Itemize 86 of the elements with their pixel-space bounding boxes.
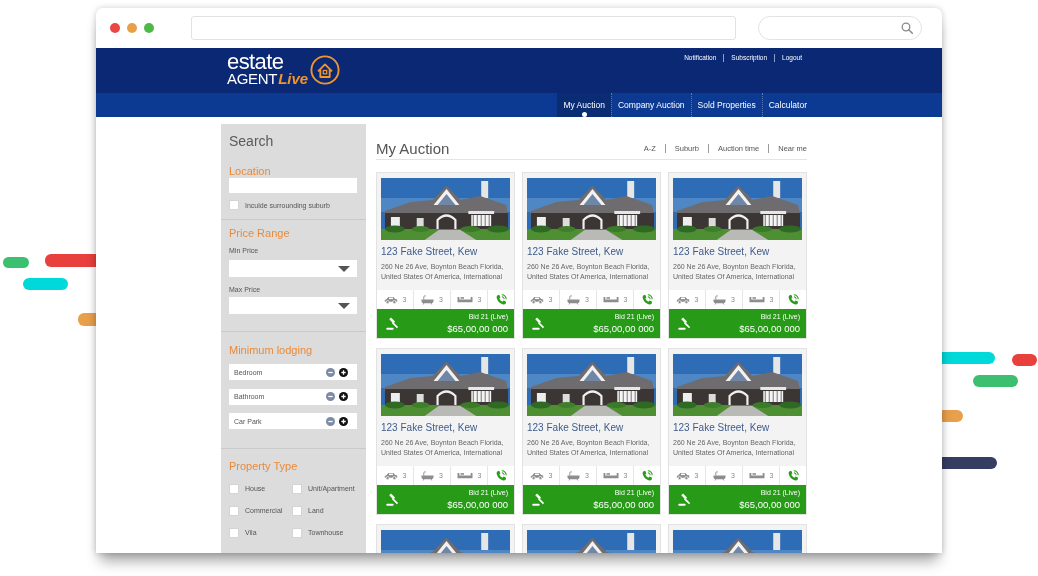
phone-icon[interactable] [641, 293, 653, 306]
bid-price: $65,00,00 000 [739, 322, 800, 335]
caret-icon [338, 302, 350, 309]
sofa-icon [602, 472, 619, 479]
listing-title[interactable]: 123 Fake Street, Kew [527, 421, 656, 434]
bid-price: $65,00,00 000 [593, 322, 654, 335]
nav-tab[interactable]: Company Auction [610, 93, 691, 117]
decorative-pill [3, 257, 29, 268]
section-heading: Minimum lodging [229, 344, 314, 356]
search-icon [901, 22, 913, 34]
decrease-button[interactable] [326, 392, 335, 401]
bid-price: $65,00,00 000 [739, 498, 800, 511]
indicator-dot-icon [581, 112, 587, 117]
listing-title[interactable]: 123 Fake Street, Kew [381, 421, 510, 434]
panel-title: Search [228, 132, 275, 149]
sofa-icon [456, 472, 473, 479]
logo-text: Live [278, 71, 309, 87]
bathtub-icon [567, 294, 581, 305]
plus-icon [339, 392, 348, 401]
phone-icon[interactable] [641, 469, 653, 482]
maximize-button[interactable] [144, 23, 154, 33]
sofa-icon [602, 296, 619, 303]
nav-tab[interactable]: Calculator [761, 93, 813, 117]
bathtub-icon [421, 294, 435, 305]
increase-button[interactable] [339, 367, 348, 377]
checkbox[interactable] [292, 483, 302, 494]
listing-title[interactable]: 123 Fake Street, Kew [673, 421, 802, 434]
phone-icon[interactable] [787, 469, 799, 482]
bathtub-icon [567, 470, 581, 481]
increase-button[interactable] [339, 416, 348, 426]
logo-text: estate [227, 52, 284, 71]
checkbox[interactable] [229, 527, 239, 538]
bathtub-icon [421, 470, 435, 481]
minus-icon [326, 416, 335, 426]
listing-title[interactable]: 123 Fake Street, Kew [673, 245, 802, 258]
logo-text: AGENT [227, 71, 278, 87]
minimize-button[interactable] [127, 23, 137, 33]
car-icon [383, 471, 398, 480]
nav-tab[interactable]: My Auction [557, 93, 611, 117]
car-icon [529, 471, 544, 480]
gavel-icon [532, 493, 545, 506]
sofa-icon [748, 472, 765, 479]
phone-icon[interactable] [495, 469, 507, 482]
plus-icon [339, 416, 348, 426]
nav-tab[interactable]: Sold Properties [690, 93, 762, 117]
bid-price: $65,00,00 000 [447, 498, 508, 511]
section-heading: Price Range [229, 227, 291, 239]
checkbox[interactable] [292, 505, 302, 516]
car-icon [529, 295, 544, 304]
sofa-icon [456, 296, 473, 303]
gavel-icon [532, 317, 545, 330]
gavel-icon [386, 317, 399, 330]
page-title: My Auction [376, 139, 450, 158]
phone-icon[interactable] [495, 293, 507, 306]
plus-icon [339, 367, 348, 377]
decorative-pill [973, 375, 1018, 387]
checkbox[interactable] [292, 527, 302, 538]
decorative-pill [23, 278, 68, 290]
bid-price: $65,00,00 000 [447, 322, 508, 335]
listing-title[interactable]: 123 Fake Street, Kew [527, 245, 656, 258]
listing-title[interactable]: 123 Fake Street, Kew [381, 245, 510, 258]
checkbox[interactable] [229, 483, 239, 494]
gavel-icon [386, 493, 399, 506]
bid-price: $65,00,00 000 [593, 498, 654, 511]
car-icon [383, 295, 398, 304]
section-heading: Location [229, 165, 272, 177]
house-circle-logo-icon [310, 54, 341, 85]
address-bar[interactable] [191, 16, 736, 40]
minus-icon [326, 392, 335, 401]
checkbox[interactable] [229, 200, 239, 210]
close-button[interactable] [110, 23, 120, 33]
section-heading: Property Type [229, 460, 299, 472]
car-icon [675, 295, 690, 304]
bathtub-icon [713, 294, 727, 305]
sofa-icon [748, 296, 765, 303]
minus-icon [326, 367, 335, 377]
location-field[interactable] [229, 178, 357, 193]
gavel-icon [678, 317, 691, 330]
bathtub-icon [713, 470, 727, 481]
car-icon [675, 471, 690, 480]
increase-button[interactable] [339, 392, 348, 401]
gavel-icon [678, 493, 691, 506]
decorative-pill [1012, 354, 1037, 366]
checkbox[interactable] [229, 505, 239, 516]
caret-icon [338, 265, 350, 272]
phone-icon[interactable] [787, 293, 799, 306]
